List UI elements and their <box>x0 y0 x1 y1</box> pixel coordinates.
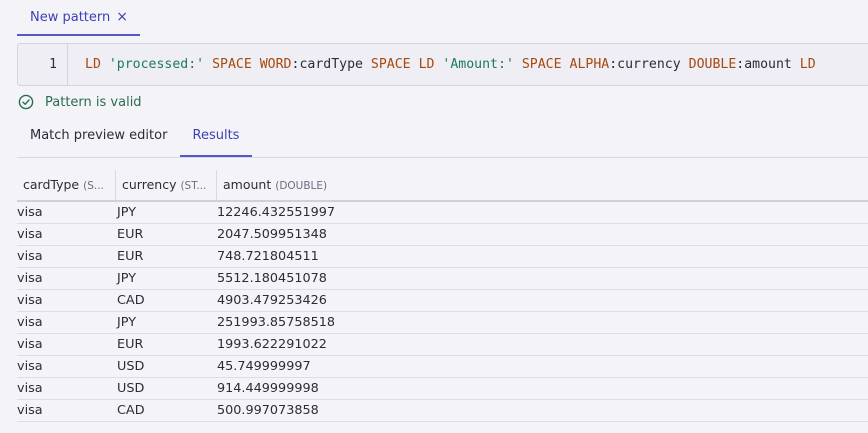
code-token: :cardType <box>291 57 363 72</box>
column-type: (DOUBLE) <box>275 180 328 192</box>
code-token: 'processed:' <box>108 57 205 72</box>
cell-amount: 12246.432551997 <box>217 205 336 220</box>
table-row[interactable]: visa EUR 748.721804511 <box>17 246 868 268</box>
cell-amount: 2047.509951348 <box>217 227 327 242</box>
cell-amount: 4903.479253426 <box>217 293 327 308</box>
code-token: :amount <box>736 57 792 72</box>
code-token: :currency <box>609 57 681 72</box>
table-row[interactable]: visa EUR 1993.622291022 <box>17 334 868 356</box>
validation-message: Pattern is valid <box>45 94 142 110</box>
column-name: currency <box>122 177 177 192</box>
result-subtabs: Match preview editor Results <box>17 118 868 158</box>
cell-cardtype: visa <box>17 359 43 374</box>
cell-cardtype: visa <box>17 271 43 286</box>
code-token: ALPHA <box>569 57 610 72</box>
cell-amount: 45.749999997 <box>217 359 311 374</box>
tab-results[interactable]: Results <box>180 118 252 157</box>
cell-cardtype: visa <box>17 227 43 242</box>
tab-match-preview-editor[interactable]: Match preview editor <box>30 118 167 157</box>
cell-currency: JPY <box>117 205 137 220</box>
code-token: LD <box>418 57 435 72</box>
column-header-amount[interactable]: amount (DOUBLE) <box>217 170 417 200</box>
table-row[interactable]: visa JPY 5512.180451078 <box>17 268 868 290</box>
cell-cardtype: visa <box>17 403 43 418</box>
code-token: LD <box>799 57 816 72</box>
code-line[interactable]: LD 'processed:' SPACE WORD:cardType SPAC… <box>85 44 816 85</box>
cell-cardtype: visa <box>17 337 43 352</box>
table-row[interactable]: visa EUR 2047.509951348 <box>17 224 868 246</box>
check-circle-icon <box>18 94 34 110</box>
table-row[interactable]: visa JPY 12246.432551997 <box>17 202 868 224</box>
table-row[interactable]: visa USD 45.749999997 <box>17 356 868 378</box>
column-name: amount <box>223 177 272 192</box>
column-name: cardType <box>23 177 80 192</box>
code-token: WORD <box>259 57 292 72</box>
cell-amount: 748.721804511 <box>217 249 319 264</box>
close-icon[interactable]: × <box>116 10 128 24</box>
column-type: (ST... <box>180 180 207 192</box>
table-body: visa JPY 12246.432551997 visa EUR 2047.509951… <box>17 202 868 422</box>
code-token: SPACE <box>521 57 562 72</box>
cell-cardtype: visa <box>17 249 43 264</box>
pattern-editor-page: New pattern × 1 LD 'processed:' SPACE WO… <box>0 0 868 433</box>
cell-amount: 251993.85758518 <box>217 315 336 330</box>
cell-cardtype: visa <box>17 315 43 330</box>
pattern-code-editor[interactable]: 1 LD 'processed:' SPACE WORD:cardType SP… <box>17 43 868 86</box>
cell-amount: 5512.180451078 <box>217 271 327 286</box>
table-row[interactable]: visa USD 914.449999998 <box>17 378 868 400</box>
tab-label: New pattern <box>30 9 111 25</box>
cell-amount: 500.997073858 <box>217 403 319 418</box>
column-type: (S... <box>83 180 104 192</box>
cell-currency: CAD <box>117 293 145 308</box>
code-token: SPACE <box>212 57 252 72</box>
column-header-cardtype[interactable]: cardType (S... <box>17 170 116 200</box>
results-table: cardType (S... currency (ST... amount (D… <box>17 170 868 422</box>
cell-amount: 914.449999998 <box>217 381 319 396</box>
column-header-currency[interactable]: currency (ST... <box>116 170 217 200</box>
validation-status: Pattern is valid <box>18 93 142 111</box>
cell-currency: JPY <box>117 271 137 286</box>
cell-currency: CAD <box>117 403 145 418</box>
cell-cardtype: visa <box>17 205 43 220</box>
cell-cardtype: visa <box>17 293 43 308</box>
cell-currency: EUR <box>117 337 144 352</box>
tab-bar: New pattern × <box>0 0 868 36</box>
code-token: LD <box>85 57 101 72</box>
cell-currency: JPY <box>117 315 137 330</box>
table-row[interactable]: visa JPY 251993.85758518 <box>17 312 868 334</box>
table-row[interactable]: visa CAD 500.997073858 <box>17 400 868 422</box>
cell-currency: EUR <box>117 249 144 264</box>
cell-currency: USD <box>117 381 145 396</box>
cell-currency: USD <box>117 359 145 374</box>
code-token: 'Amount:' <box>442 57 514 72</box>
tab-new-pattern[interactable]: New pattern × <box>17 0 140 36</box>
table-row[interactable]: visa CAD 4903.479253426 <box>17 290 868 312</box>
cell-currency: EUR <box>117 227 144 242</box>
line-number: 1 <box>18 44 68 85</box>
table-header: cardType (S... currency (ST... amount (D… <box>17 170 868 202</box>
cell-amount: 1993.622291022 <box>217 337 327 352</box>
code-token: SPACE <box>370 57 411 72</box>
cell-cardtype: visa <box>17 381 43 396</box>
code-token: DOUBLE <box>688 57 737 72</box>
